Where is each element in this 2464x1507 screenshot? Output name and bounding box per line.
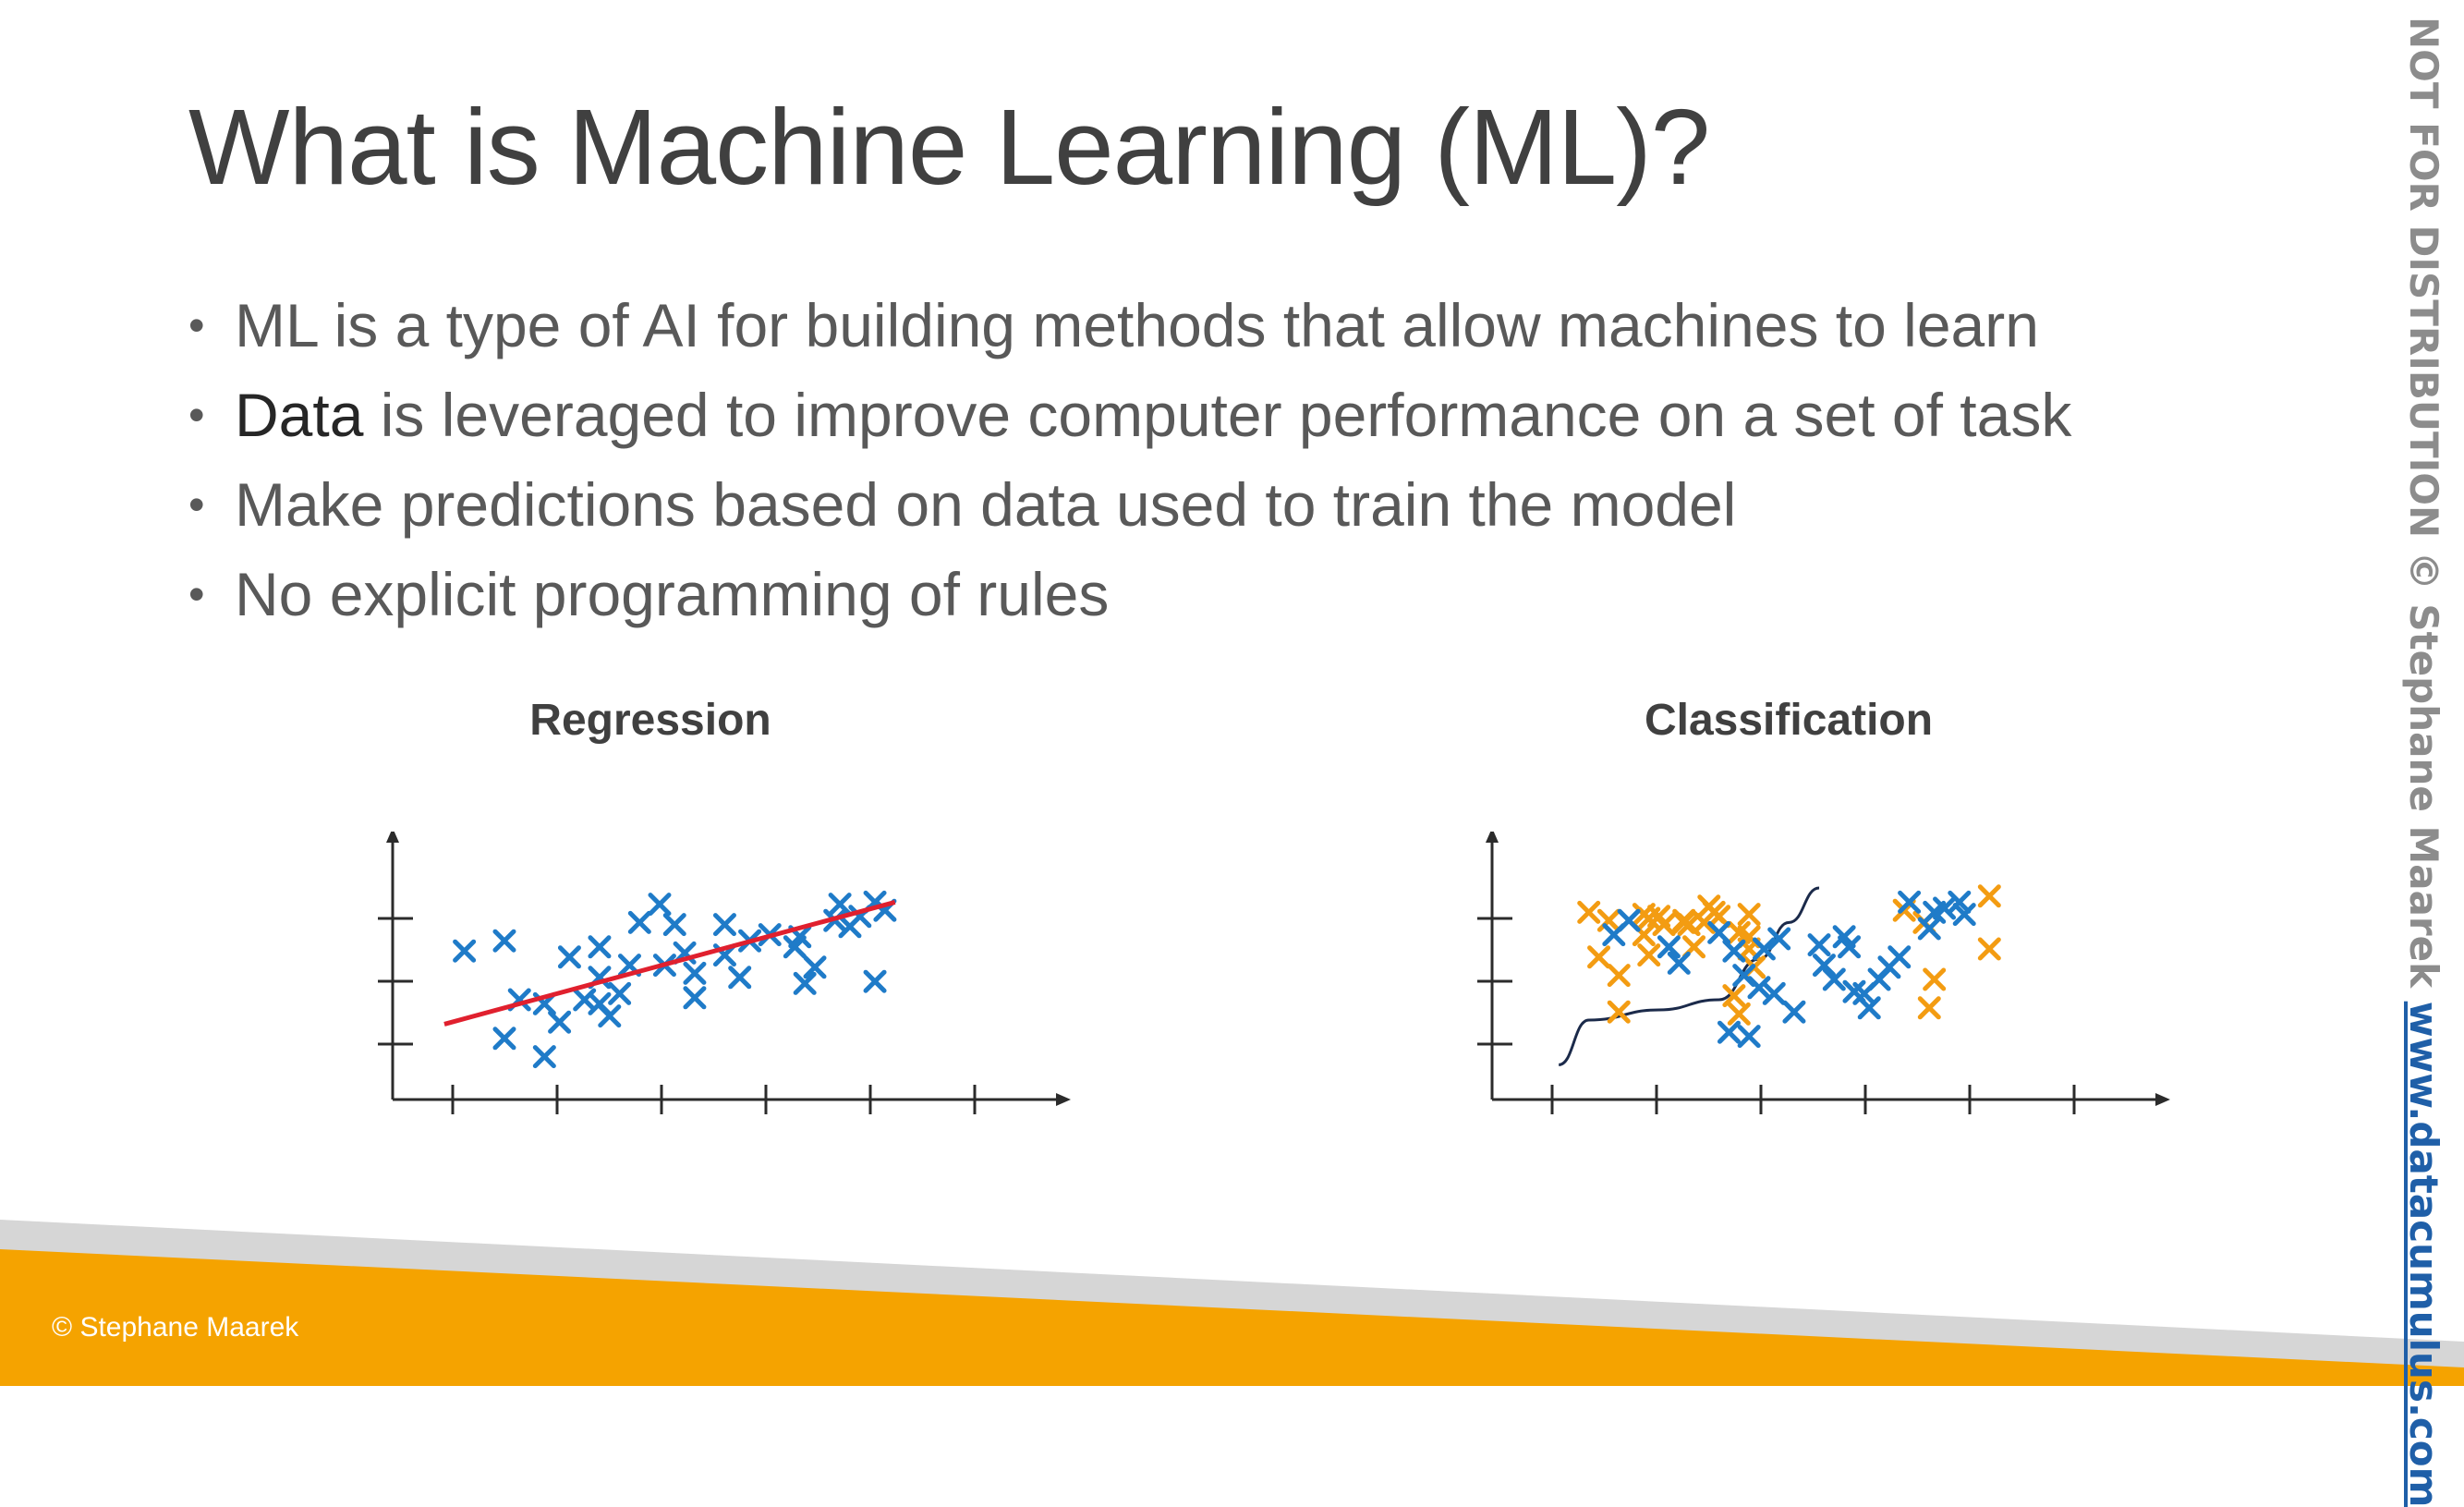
- bullet-text: is leveraged to improve computer perform…: [363, 381, 2072, 449]
- data-point-marker: [1717, 1020, 1741, 1044]
- website-link[interactable]: www.datacumulus.com: [2401, 1002, 2446, 1507]
- classification-chart-title: Classification: [1644, 696, 1934, 745]
- data-point-marker: [1577, 900, 1601, 924]
- data-point-marker: [598, 1004, 622, 1028]
- bullet-item: • Data is leveraged to improve computer p…: [188, 371, 2071, 460]
- bullet-text: No explicit programming of rules: [235, 560, 1110, 628]
- data-point-marker: [648, 893, 672, 917]
- footer-band: [0, 1220, 2464, 1386]
- bullet-dot: •: [188, 389, 205, 441]
- data-point-marker: [1637, 943, 1661, 967]
- slide-title: What is Machine Learning (ML)?: [188, 87, 1710, 207]
- data-point-marker: [712, 913, 736, 937]
- data-point-marker: [453, 939, 477, 963]
- bullet-item: • ML is a type of AI for building methods…: [188, 281, 2071, 371]
- footer-orange-stripe: [0, 1249, 2464, 1386]
- side-watermark-text: NOT FOR DISTRIBUTION © Stephane Maarek w…: [2401, 17, 2446, 1507]
- y-axis-arrow: [386, 832, 399, 843]
- data-point-marker: [728, 966, 752, 990]
- data-point-marker: [557, 945, 581, 969]
- data-point-marker: [1587, 945, 1611, 969]
- data-point-marker: [863, 969, 887, 993]
- data-point-marker: [1607, 1000, 1631, 1024]
- data-point-marker: [1607, 964, 1631, 988]
- data-point-marker: [1782, 1000, 1806, 1024]
- data-point-marker: [1737, 903, 1761, 927]
- data-point-marker: [828, 893, 852, 917]
- bullet-list: • ML is a type of AI for building methods…: [188, 281, 2071, 639]
- data-point-marker: [1898, 890, 1922, 914]
- bullet-text: ML is a type of AI for building methods …: [235, 291, 2039, 359]
- bullet-item: • No explicit programming of rules: [188, 550, 2071, 639]
- data-point-marker: [492, 929, 516, 953]
- distribution-notice: NOT FOR DISTRIBUTION © Stephane Maarek: [2401, 17, 2446, 989]
- data-point-marker: [1727, 1002, 1751, 1026]
- bullet-item: • Make predictions based on data used to …: [188, 460, 2071, 550]
- x-axis-arrow: [2155, 1093, 2170, 1106]
- data-point-marker: [1807, 933, 1831, 957]
- bullet-emphasis: Data: [235, 381, 364, 449]
- data-point-marker: [1887, 945, 1912, 969]
- side-watermark: NOT FOR DISTRIBUTION © Stephane Maarek w…: [2391, 17, 2446, 1507]
- data-point-marker: [1977, 937, 2001, 961]
- bullet-dot: •: [188, 568, 205, 620]
- classification-chart: [1477, 832, 2170, 1114]
- data-point-marker: [492, 1027, 516, 1051]
- data-point-marker: [1923, 967, 1947, 991]
- y-axis-arrow: [1486, 832, 1499, 843]
- data-point-marker: [532, 1045, 556, 1069]
- bullet-text: Make predictions based on data used to t…: [235, 470, 1737, 539]
- data-point-marker: [627, 910, 651, 934]
- regression-chart: [378, 832, 1071, 1114]
- data-point-marker: [683, 961, 707, 985]
- bullet-dot: •: [188, 479, 205, 530]
- slide: What is Machine Learning (ML)? • ML is a …: [0, 0, 2464, 1507]
- regression-chart-title: Regression: [529, 696, 771, 745]
- data-point-marker: [1977, 884, 2001, 908]
- x-axis-arrow: [1056, 1093, 1071, 1106]
- data-point-marker: [662, 913, 686, 937]
- footer-copyright: © Stephane Maarek: [52, 1312, 299, 1343]
- data-point-marker: [588, 935, 612, 959]
- data-point-marker: [608, 981, 632, 1005]
- data-point-marker: [683, 986, 707, 1010]
- data-point-marker: [1737, 1025, 1761, 1049]
- data-point-marker: [1722, 939, 1746, 963]
- bullet-dot: •: [188, 299, 205, 351]
- data-point-marker: [1917, 996, 1941, 1020]
- data-point-marker: [548, 1010, 572, 1034]
